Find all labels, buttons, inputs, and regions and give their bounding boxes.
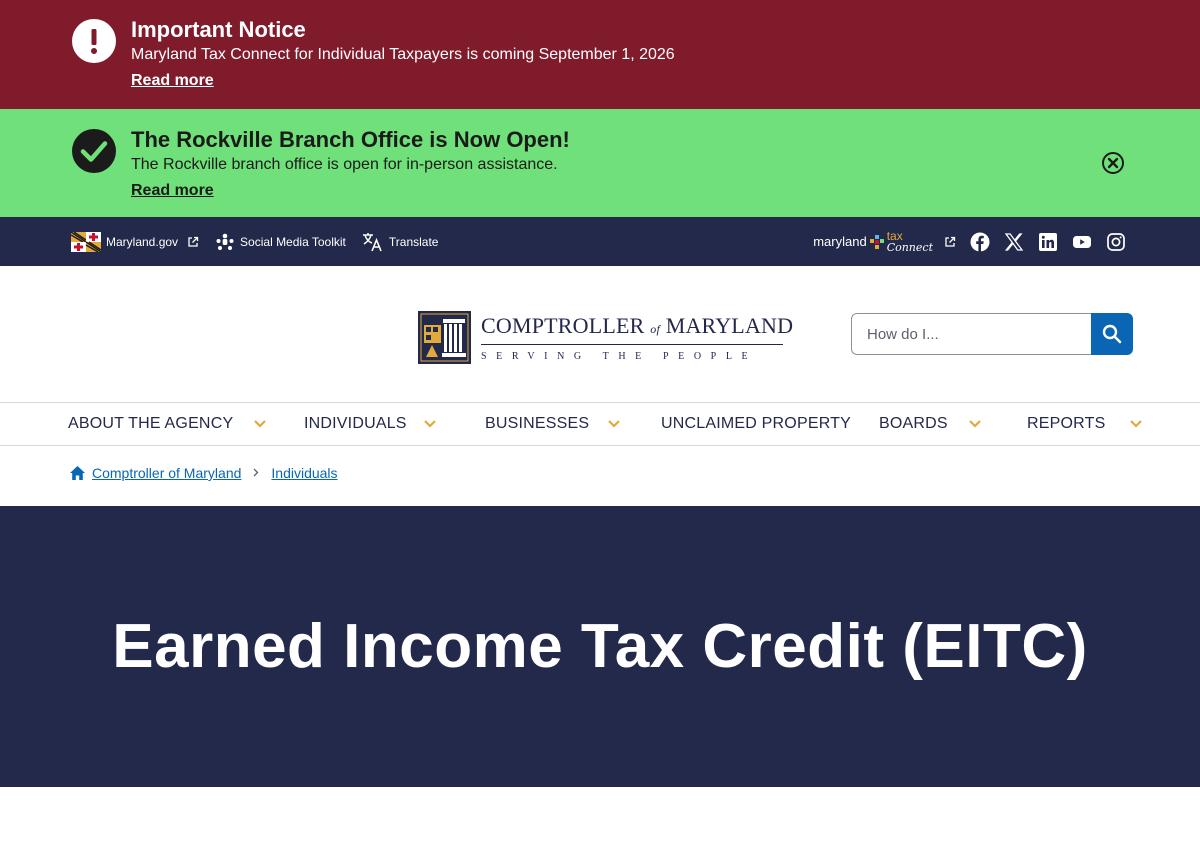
chevron-right-icon bbox=[253, 466, 259, 480]
nav-item-label: UNCLAIMED PROPERTY bbox=[661, 415, 852, 432]
page-hero: Earned Income Tax Credit (EITC) bbox=[0, 506, 1200, 787]
chevron-down-icon bbox=[253, 417, 267, 431]
people-network-icon bbox=[216, 233, 234, 250]
chevron-down-icon bbox=[607, 417, 621, 431]
maryland-gov-link[interactable]: Maryland.gov bbox=[71, 231, 199, 252]
tax-connect-connect-text: Connect bbox=[886, 240, 933, 254]
nav-item-label: BOARDS bbox=[879, 415, 948, 432]
nav-item-boards[interactable]: BOARDS bbox=[879, 403, 982, 445]
comptroller-logo[interactable]: COMPTROLLER of MARYLAND SERVING THE PEOP… bbox=[418, 311, 793, 364]
tax-connect-tax-text: tax bbox=[886, 228, 903, 243]
chevron-down-icon bbox=[423, 417, 437, 431]
nav-item-individuals[interactable]: INDIVIDUALS bbox=[304, 403, 437, 445]
x-icon bbox=[1005, 232, 1023, 251]
rockville-office-title: The Rockville Branch Office is Now Open! bbox=[131, 127, 570, 152]
rockville-office-banner: The Rockville Branch Office is Now Open!… bbox=[0, 109, 1200, 217]
breadcrumb-link-individuals[interactable]: Individuals bbox=[271, 465, 337, 481]
logo-title: COMPTROLLER of MARYLAND bbox=[481, 313, 793, 342]
nav-item-reports[interactable]: REPORTS bbox=[1027, 403, 1143, 445]
important-notice-text: Maryland Tax Connect for Individual Taxp… bbox=[131, 46, 675, 63]
utility-bar: Maryland.gov Social Media Toolkit Transl… bbox=[0, 217, 1200, 266]
social-media-toolkit-label: Social Media Toolkit bbox=[240, 234, 346, 249]
main-navigation: ABOUT THE AGENCY INDIVIDUALS BUSINESSES … bbox=[0, 402, 1200, 446]
external-link-icon bbox=[945, 236, 956, 247]
maryland-gov-label: Maryland.gov bbox=[106, 234, 179, 249]
exclamation-icon bbox=[72, 19, 116, 63]
nav-item-label: ABOUT THE AGENCY bbox=[68, 415, 234, 432]
check-circle-icon bbox=[72, 129, 116, 173]
breadcrumb: Comptroller of Maryland Individuals bbox=[0, 446, 1200, 506]
breadcrumb-link-comptroller[interactable]: Comptroller of Maryland bbox=[92, 465, 241, 481]
rockville-office-text: The Rockville branch office is open for … bbox=[131, 156, 558, 173]
logo-rule bbox=[481, 344, 783, 345]
translate-link[interactable]: Translate bbox=[362, 232, 439, 252]
nav-item-label: INDIVIDUALS bbox=[304, 415, 407, 432]
close-circle-icon bbox=[1102, 152, 1124, 174]
site-header: COMPTROLLER of MARYLAND SERVING THE PEOP… bbox=[0, 266, 1200, 402]
tax-connect-maryland-text: maryland bbox=[813, 234, 867, 249]
tax-connect-logo-icon bbox=[869, 234, 884, 249]
comptroller-seal-icon bbox=[418, 311, 471, 364]
social-media-toolkit-link[interactable]: Social Media Toolkit bbox=[215, 232, 346, 252]
important-notice-banner: Important Notice Maryland Tax Connect fo… bbox=[0, 0, 1200, 109]
search-icon bbox=[1102, 324, 1122, 344]
linkedin-icon bbox=[1039, 232, 1057, 251]
instagram-icon bbox=[1107, 232, 1125, 251]
close-alert-button[interactable] bbox=[1101, 151, 1125, 175]
home-icon bbox=[70, 466, 85, 480]
facebook-link[interactable] bbox=[970, 232, 990, 252]
logo-title-maryland: MARYLAND bbox=[665, 313, 794, 338]
logo-title-comptroller: COMPTROLLER bbox=[481, 313, 645, 338]
instagram-link[interactable] bbox=[1106, 232, 1126, 252]
site-search bbox=[851, 313, 1133, 355]
nav-item-about-the-agency[interactable]: ABOUT THE AGENCY bbox=[68, 403, 267, 445]
nav-item-label: REPORTS bbox=[1027, 415, 1106, 432]
rockville-office-read-more-link[interactable]: Read more bbox=[131, 180, 214, 202]
page-title: Earned Income Tax Credit (EITC) bbox=[112, 612, 1088, 681]
logo-title-of: of bbox=[650, 322, 660, 336]
search-input[interactable] bbox=[851, 313, 1091, 355]
external-link-icon bbox=[188, 236, 199, 247]
chevron-down-icon bbox=[1129, 417, 1143, 431]
youtube-icon bbox=[1073, 235, 1091, 248]
facebook-icon bbox=[970, 232, 990, 251]
chevron-down-icon bbox=[968, 417, 982, 431]
nav-item-label: BUSINESSES bbox=[485, 415, 590, 432]
linkedin-link[interactable] bbox=[1038, 232, 1058, 252]
nav-item-businesses[interactable]: BUSINESSES bbox=[485, 403, 621, 445]
translate-icon bbox=[362, 232, 382, 251]
nav-item-unclaimed-property[interactable]: UNCLAIMED PROPERTY bbox=[661, 403, 851, 445]
x-link[interactable] bbox=[1004, 232, 1024, 252]
maryland-flag-icon bbox=[71, 231, 101, 252]
important-notice-read-more-link[interactable]: Read more bbox=[131, 70, 214, 92]
search-button[interactable] bbox=[1091, 313, 1133, 355]
important-notice-title: Important Notice bbox=[131, 17, 306, 42]
translate-label: Translate bbox=[388, 234, 439, 249]
maryland-tax-connect-link[interactable]: maryland tax Connect bbox=[813, 228, 956, 254]
youtube-link[interactable] bbox=[1072, 232, 1092, 252]
logo-subtitle: SERVING THE PEOPLE bbox=[481, 351, 758, 362]
